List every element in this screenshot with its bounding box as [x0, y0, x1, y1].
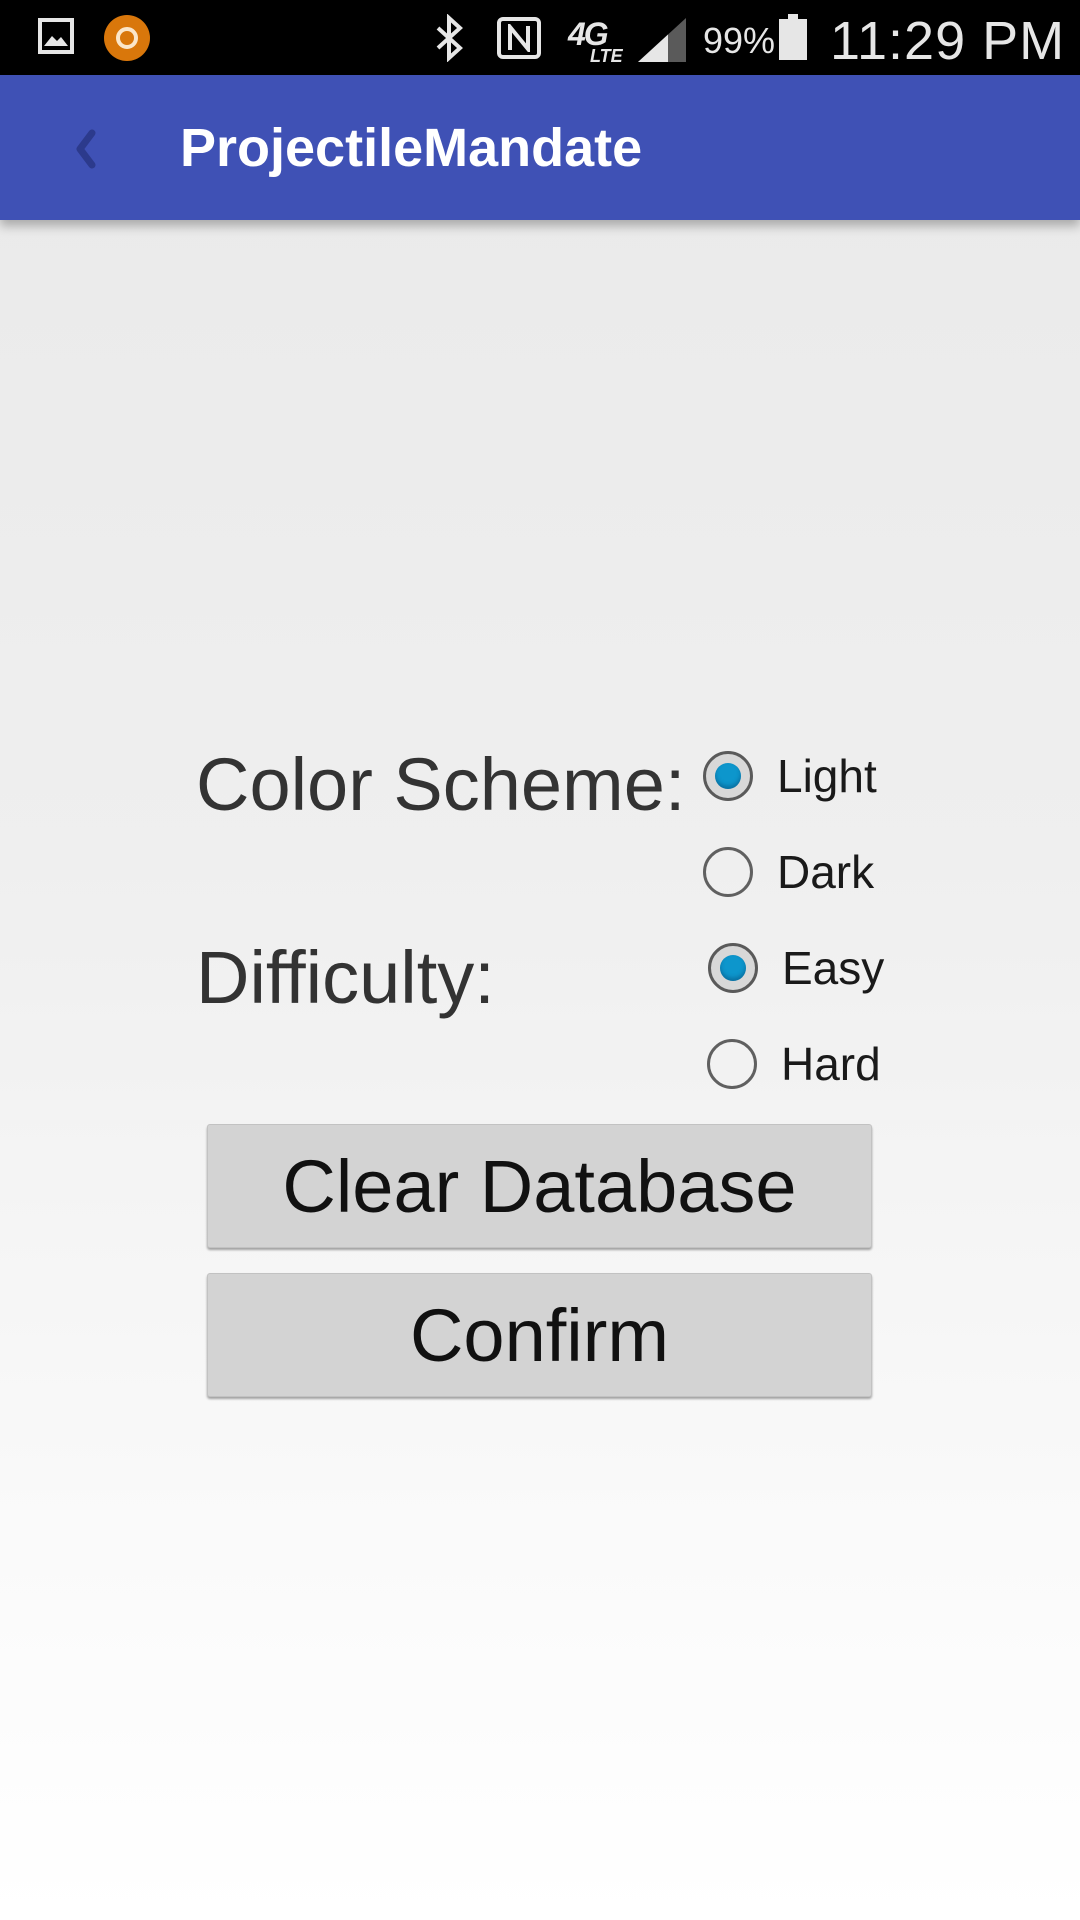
radio-light-label[interactable]: Light — [777, 749, 877, 803]
bluetooth-icon — [430, 13, 470, 67]
action-bar: ProjectileMandate — [0, 75, 1080, 220]
radio-dark[interactable]: Dark — [703, 840, 874, 904]
nfc-icon — [497, 17, 541, 59]
back-button[interactable] — [50, 113, 120, 183]
app-title: ProjectileMandate — [180, 118, 643, 178]
radio-hard-label[interactable]: Hard — [781, 1037, 881, 1091]
signal-icon — [638, 18, 686, 67]
radio-hard[interactable]: Hard — [707, 1032, 881, 1096]
difficulty-label: Difficulty: — [196, 936, 495, 1019]
battery-icon — [779, 14, 807, 60]
radio-light[interactable]: Light — [703, 744, 877, 808]
status-clock: 11:29 PM — [830, 11, 1066, 71]
color-scheme-label: Color Scheme: — [196, 743, 686, 826]
radio-hard-indicator[interactable] — [707, 1039, 757, 1089]
radio-dark-label[interactable]: Dark — [777, 845, 874, 899]
gallery-icon — [38, 18, 74, 54]
radio-easy-label[interactable]: Easy — [782, 941, 884, 995]
app-badge-icon — [104, 15, 150, 61]
confirm-button[interactable]: Confirm — [207, 1273, 872, 1397]
radio-dark-indicator[interactable] — [703, 847, 753, 897]
status-bar: 4G LTE 99% 11:29 PM — [0, 0, 1080, 75]
chevron-left-icon — [76, 129, 96, 169]
battery-percent: 99% — [703, 20, 776, 61]
network-subtype-label: LTE — [590, 46, 623, 66]
clear-database-button[interactable]: Clear Database — [207, 1124, 872, 1248]
radio-easy-indicator[interactable] — [708, 943, 758, 993]
radio-light-indicator[interactable] — [703, 751, 753, 801]
radio-easy[interactable]: Easy — [708, 936, 884, 1000]
